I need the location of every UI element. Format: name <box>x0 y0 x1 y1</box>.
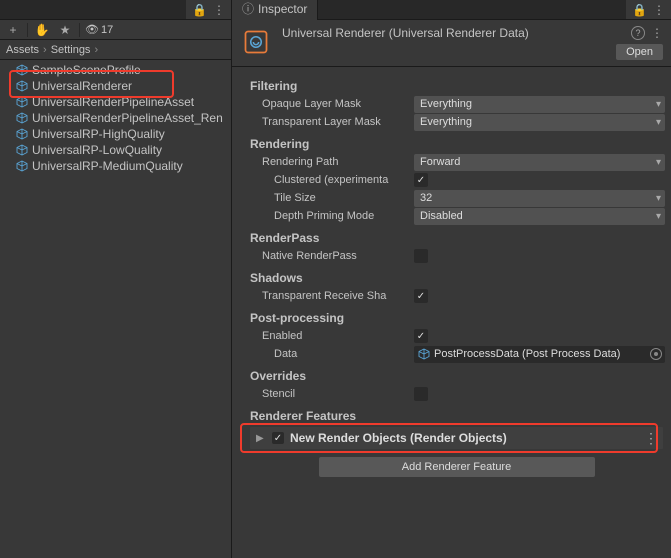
help-icon[interactable]: ? <box>631 26 645 40</box>
panel-menu-icon[interactable]: ⋮ <box>213 3 225 17</box>
asset-samplesceneprofile[interactable]: SampleSceneProfile <box>0 62 231 78</box>
checkbox-clustered[interactable]: ✓ <box>414 173 428 187</box>
create-icon[interactable]: + <box>4 22 22 38</box>
scriptable-icon <box>16 64 28 76</box>
asset-urp-high[interactable]: UniversalRP-HighQuality <box>0 126 231 142</box>
add-renderer-feature-button[interactable]: Add Renderer Feature <box>319 457 595 477</box>
info-icon: ⓘ <box>242 2 254 16</box>
asset-universalrenderer[interactable]: UniversalRenderer <box>0 78 231 94</box>
section-filtering: Filtering <box>232 73 671 95</box>
scriptable-icon <box>418 348 430 360</box>
label-native-renderpass: Native RenderPass <box>262 250 410 262</box>
inspector-title: Universal Renderer (Universal Renderer D… <box>282 26 625 40</box>
section-shadows: Shadows <box>232 265 671 287</box>
star-icon[interactable]: ★ <box>56 22 74 38</box>
scriptable-icon <box>16 96 28 108</box>
dropdown-opaque-mask[interactable]: Everything <box>414 96 665 113</box>
dropdown-transparent-mask[interactable]: Everything <box>414 114 665 131</box>
scriptable-icon <box>16 112 28 124</box>
chevron-right-icon: › <box>94 44 98 56</box>
objectfield-post-data[interactable]: PostProcessData (Post Process Data) <box>414 346 665 363</box>
dropdown-rendering-path[interactable]: Forward <box>414 154 665 171</box>
label-tile-size: Tile Size <box>274 192 410 204</box>
asset-urp-medium[interactable]: UniversalRP-MediumQuality <box>0 158 231 174</box>
tab-inspector[interactable]: ⓘInspector <box>232 0 318 20</box>
renderer-feature-item[interactable]: ▶ ✓ New Render Objects (Render Objects) … <box>250 427 663 449</box>
label-depth-priming: Depth Priming Mode <box>274 210 410 222</box>
dropdown-tile-size[interactable]: 32 <box>414 190 665 207</box>
lock-icon[interactable]: 🔒 <box>632 3 647 17</box>
section-renderpass: RenderPass <box>232 225 671 247</box>
hand-icon[interactable]: ✋ <box>33 22 51 38</box>
label-transparent-shadows: Transparent Receive Sha <box>262 290 410 302</box>
visibility-count: 17 <box>101 24 113 36</box>
label-clustered: Clustered (experimenta <box>274 174 410 186</box>
scriptable-icon <box>16 80 28 92</box>
object-picker-icon[interactable] <box>650 348 662 360</box>
feature-menu-icon[interactable]: ⋮ <box>644 430 657 447</box>
checkbox-feature-enabled[interactable]: ✓ <box>272 432 284 444</box>
asset-tree: SampleSceneProfile UniversalRenderer Uni… <box>0 60 231 176</box>
dropdown-depth-priming[interactable]: Disabled <box>414 208 665 225</box>
scriptable-icon <box>16 144 28 156</box>
label-transparent-mask: Transparent Layer Mask <box>262 116 410 128</box>
checkbox-stencil[interactable] <box>414 387 428 401</box>
checkbox-post-enabled[interactable]: ✓ <box>414 329 428 343</box>
checkbox-transparent-shadows[interactable]: ✓ <box>414 289 428 303</box>
label-opaque-mask: Opaque Layer Mask <box>262 98 410 110</box>
label-post-data: Data <box>274 348 410 360</box>
eye-icon: 👁 <box>85 23 99 36</box>
asset-urp-low[interactable]: UniversalRP-LowQuality <box>0 142 231 158</box>
scriptable-icon <box>16 128 28 140</box>
breadcrumb[interactable]: Assets › Settings › <box>0 40 231 60</box>
open-button[interactable]: Open <box>616 44 663 60</box>
breadcrumb-assets[interactable]: Assets <box>6 44 39 56</box>
label-rendering-path: Rendering Path <box>262 156 410 168</box>
section-postprocessing: Post-processing <box>232 305 671 327</box>
panel-menu-icon[interactable]: ⋮ <box>653 3 665 17</box>
feature-label: New Render Objects (Render Objects) <box>290 431 638 445</box>
asset-urp-asset[interactable]: UniversalRenderPipelineAsset <box>0 94 231 110</box>
scriptable-icon <box>16 160 28 172</box>
breadcrumb-settings[interactable]: Settings <box>51 44 91 56</box>
preset-menu-icon[interactable]: ⋮ <box>651 26 663 40</box>
asset-urp-asset-renderer[interactable]: UniversalRenderPipelineAsset_Ren <box>0 110 231 126</box>
section-renderer-features: Renderer Features <box>232 403 671 425</box>
label-post-enabled: Enabled <box>262 330 410 342</box>
checkbox-native-renderpass[interactable] <box>414 249 428 263</box>
section-rendering: Rendering <box>232 131 671 153</box>
label-stencil: Stencil <box>262 388 410 400</box>
chevron-right-icon[interactable]: ▶ <box>256 433 266 444</box>
chevron-right-icon: › <box>43 44 47 56</box>
lock-icon[interactable]: 🔒 <box>192 3 207 17</box>
section-overrides: Overrides <box>232 363 671 385</box>
renderer-data-icon <box>240 26 272 58</box>
